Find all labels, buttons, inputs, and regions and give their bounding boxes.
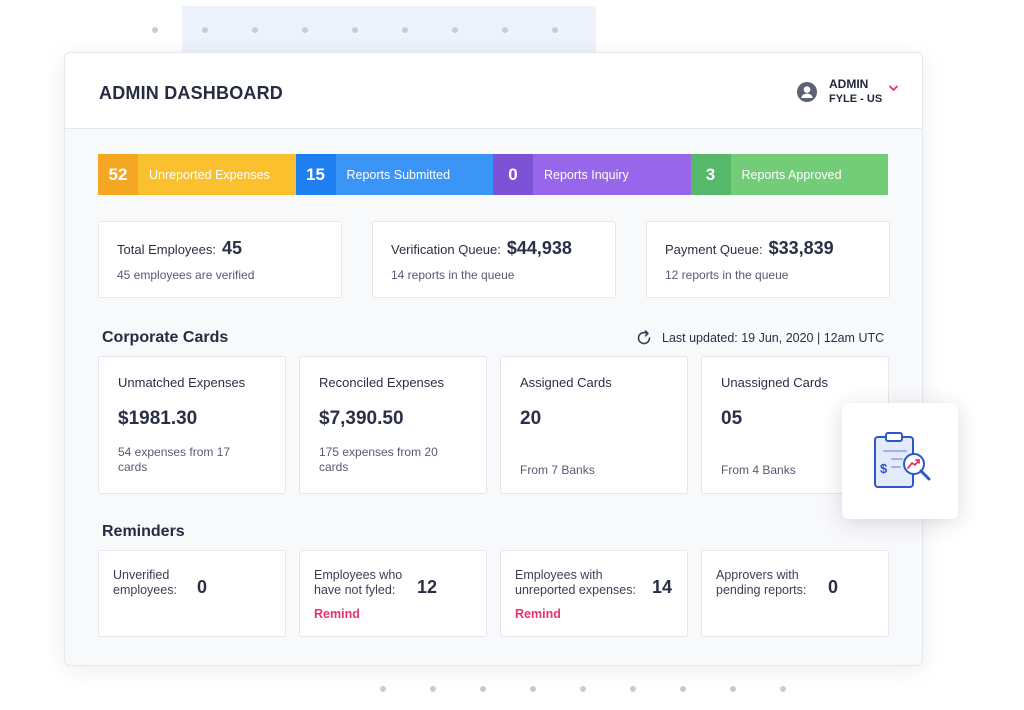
reminder-unverified-employees[interactable]: Unverified employees: 0 (98, 550, 286, 637)
reminder-pending-approvers[interactable]: Approvers with pending reports: 0 (701, 550, 889, 637)
verification-queue-title-row: Verification Queue: $44,938 (391, 238, 572, 259)
reminder-label-line: Employees who (314, 568, 403, 582)
info-subtext: 12 reports in the queue (665, 268, 789, 282)
refresh-icon[interactable] (635, 329, 653, 347)
card-title: Assigned Cards (520, 375, 612, 390)
dashboard-header: ADMIN DASHBOARD ADMIN FYLE - US (65, 53, 922, 129)
reminder-value: 0 (828, 577, 839, 597)
reminder-value: 12 (417, 577, 438, 597)
reminder-label-line: Approvers with (716, 568, 799, 582)
page-title: ADMIN DASHBOARD (99, 83, 283, 103)
dashboard-panel: ADMIN DASHBOARD ADMIN FYLE - US 52 Unrep… (64, 52, 923, 666)
reminder-label: Approvers with pending reports: (716, 568, 806, 598)
unmatched-expenses-card[interactable]: Unmatched Expenses $1981.30 54 expenses … (98, 356, 286, 494)
status-count: 0 (493, 154, 533, 195)
svg-text:$: $ (880, 461, 888, 476)
verification-queue-card[interactable]: Verification Queue: $44,938 14 reports in… (372, 221, 616, 298)
reminder-label: Employees with unreported expenses: (515, 568, 636, 598)
card-title: Unmatched Expenses (118, 375, 246, 390)
status-count: 52 (98, 154, 138, 195)
info-value: 45 (222, 238, 243, 258)
reminder-label-line: pending reports: (716, 583, 807, 597)
user-org[interactable]: FYLE - US (829, 93, 882, 105)
card-subtext: From 4 Banks (721, 463, 796, 477)
reconciled-expenses-card[interactable]: Reconciled Expenses $7,390.50 175 expens… (299, 356, 487, 494)
info-title: Total Employees: (117, 242, 216, 257)
remind-link[interactable]: Remind (314, 607, 360, 621)
expense-report-clipboard-icon: $ (874, 432, 931, 488)
card-subtext: 175 expenses from 20 cards (319, 445, 438, 474)
reminder-value: 0 (197, 577, 208, 597)
info-value: $44,938 (506, 238, 572, 258)
status-reports-submitted[interactable]: 15 Reports Submitted (295, 154, 493, 195)
card-subtext: From 7 Banks (520, 463, 595, 477)
info-subtext: 14 reports in the queue (391, 268, 515, 282)
card-title: Reconciled Expenses (319, 375, 445, 390)
last-updated-text: Last updated: 19 Jun, 2020 | 12am UTC (662, 331, 885, 345)
background-panel (182, 6, 596, 56)
reminder-not-fyled[interactable]: Employees who have not fyled: 12 Remind (299, 550, 487, 637)
total-employees-card[interactable]: Total Employees: 45 45 employees are veri… (98, 221, 342, 298)
info-title: Payment Queue: (665, 242, 763, 257)
card-subtext: 54 expenses from 17 cards (118, 445, 231, 474)
last-updated: Last updated: 19 Jun, 2020 | 12am UTC (635, 329, 884, 347)
card-title: Unassigned Cards (721, 375, 828, 390)
reminder-label-line: unreported expenses: (515, 583, 636, 597)
reminder-label-line: employees: (113, 583, 177, 597)
report-status-bar: 52 Unreported Expenses 15 Reports Submit… (98, 154, 888, 195)
reminder-label-line: Employees with (515, 568, 603, 582)
reminder-label-line: Unverified (113, 568, 170, 582)
status-label: Reports Approved (730, 154, 888, 195)
info-title: Verification Queue: (391, 242, 501, 257)
reminders-heading: Reminders (102, 523, 185, 540)
user-name[interactable]: ADMIN (829, 77, 868, 91)
info-subtext: 45 employees are verified (117, 268, 255, 282)
card-value: $7,390.50 (319, 408, 404, 429)
card-value: 20 (520, 408, 542, 429)
reminder-label-line: have not fyled: (314, 583, 396, 597)
status-label: Unreported Expenses (138, 154, 296, 195)
status-count: 15 (295, 154, 336, 195)
expense-report-floating-card: $ (842, 403, 958, 519)
payment-queue-card[interactable]: Payment Queue: $33,839 12 reports in the … (646, 221, 890, 298)
card-value: 05 (721, 408, 743, 429)
remind-link[interactable]: Remind (515, 607, 561, 621)
reminder-unreported-expenses[interactable]: Employees with unreported expenses: 14 R… (500, 550, 688, 637)
info-value: $33,839 (768, 238, 834, 258)
reminder-label: Unverified employees: (113, 568, 177, 598)
reminder-value: 14 (652, 577, 673, 597)
status-label: Reports Submitted (335, 154, 493, 195)
card-value: $1981.30 (118, 408, 198, 429)
status-reports-inquiry[interactable]: 0 Reports Inquiry (493, 154, 691, 195)
chevron-down-icon[interactable] (889, 85, 898, 92)
payment-queue-title-row: Payment Queue: $33,839 (665, 238, 834, 259)
status-count: 3 (690, 154, 731, 195)
total-employees-title-row: Total Employees: 45 (117, 238, 242, 259)
status-unreported-expenses[interactable]: 52 Unreported Expenses (98, 154, 296, 195)
assigned-cards-card[interactable]: Assigned Cards 20 From 7 Banks (500, 356, 688, 494)
corporate-cards-heading: Corporate Cards (102, 329, 229, 346)
status-reports-approved[interactable]: 3 Reports Approved (690, 154, 888, 195)
user-circle-icon[interactable] (797, 82, 817, 102)
status-label: Reports Inquiry (533, 154, 691, 195)
reminder-label: Employees who have not fyled: (314, 568, 402, 598)
